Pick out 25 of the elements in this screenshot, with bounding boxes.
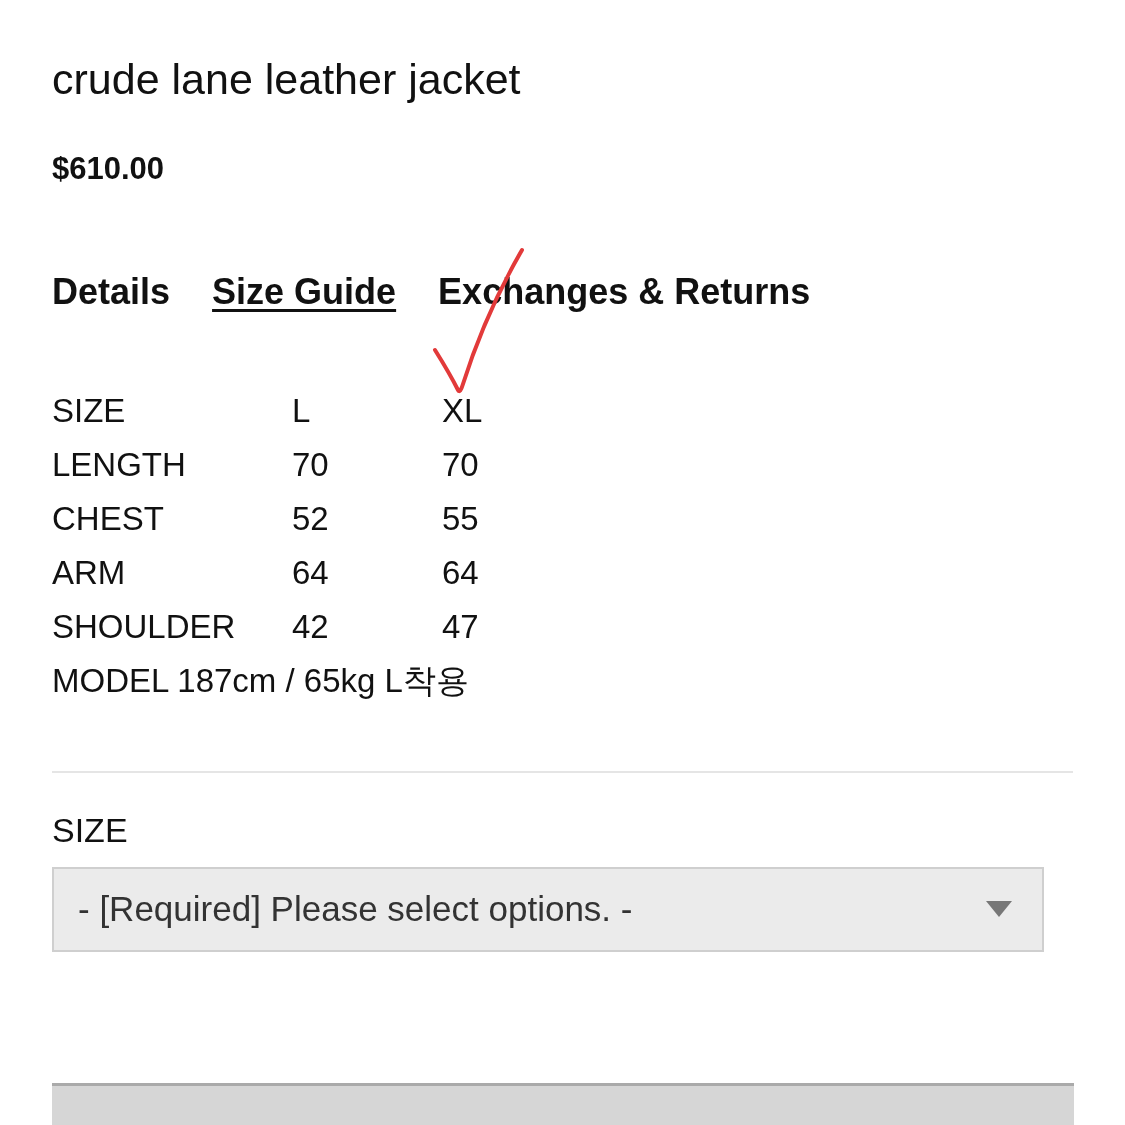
table-cell-text: L bbox=[292, 390, 312, 431]
price: $610.00 bbox=[52, 153, 166, 184]
table-cell-text: 55 bbox=[442, 498, 480, 539]
table-cell-text: 52 bbox=[292, 498, 330, 539]
table-cell-text: 47 bbox=[442, 606, 480, 647]
model-note: MODEL 187cm / 65kg L착용 bbox=[52, 663, 470, 697]
action-bar[interactable] bbox=[52, 1083, 1074, 1125]
tab[interactable]: Details bbox=[52, 272, 171, 312]
row-label: LENGTH bbox=[52, 444, 187, 485]
table-cell-text: 42 bbox=[292, 606, 330, 647]
row-label: CHEST bbox=[52, 498, 165, 539]
tab[interactable]: Size Guide bbox=[212, 272, 397, 312]
row-label: SIZE bbox=[52, 390, 127, 431]
size-select[interactable]: - [Required] Please select options. - bbox=[52, 866, 1044, 952]
row-label: ARM bbox=[52, 552, 127, 593]
table-cell-text: XL bbox=[442, 390, 483, 431]
product-title: crude lane leather jacket bbox=[52, 58, 522, 101]
table-cell-text: 70 bbox=[292, 444, 330, 485]
row-label: SHOULDER bbox=[52, 606, 237, 647]
option-label: SIZE bbox=[52, 812, 129, 847]
select-value: - [Required] Please select options. - bbox=[78, 887, 633, 930]
caret-icon bbox=[986, 901, 1012, 918]
table-cell-text: 64 bbox=[292, 552, 330, 593]
table-cell-text: 64 bbox=[442, 552, 480, 593]
table-cell-text: 70 bbox=[442, 444, 480, 485]
